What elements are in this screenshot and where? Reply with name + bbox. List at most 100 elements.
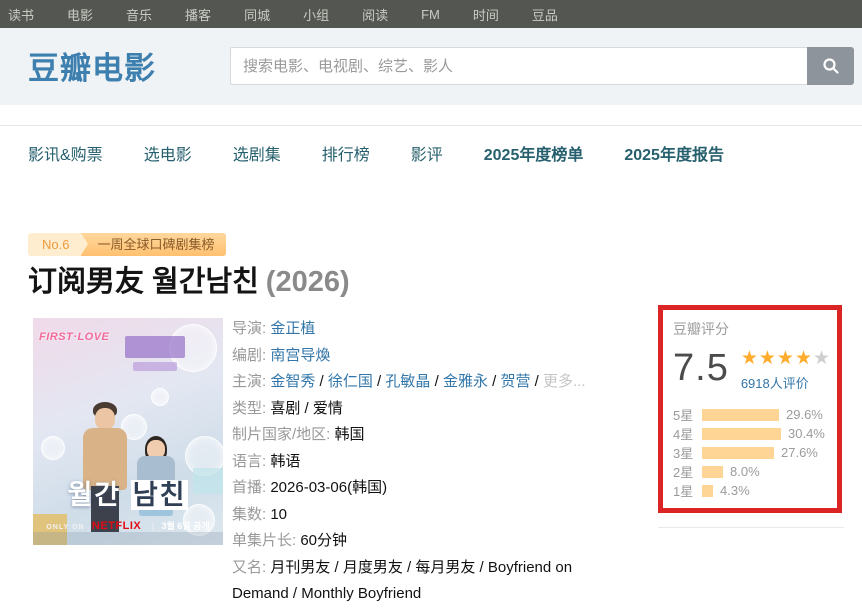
star-rating: ★★★★★ [741,349,831,369]
top-nav-item[interactable]: 读书 [8,5,34,24]
info-label: 导演: [232,320,270,337]
info-row: 制片国家/地区: 韩国 [232,422,630,449]
rating-bar [702,428,781,440]
rating-score: 7.5 [673,347,729,392]
star-level-label: 2星 [673,462,700,481]
info-link[interactable]: 贺营 [500,373,530,390]
rating-bar-row: 1星 4.3% [673,481,833,500]
sub-nav-item[interactable]: 影讯&购票 [28,141,103,165]
info-text: 2026-03-06(韩国) [270,479,387,496]
rating-percent: 27.6% [781,445,818,460]
info-link[interactable]: 孔敏晶 [385,373,430,390]
poster-release-line: ONLY ON NETFLIX | 3월 6일 공개 [33,516,223,534]
rating-bar-row: 2星 8.0% [673,462,833,481]
top-nav-item[interactable]: 播客 [185,5,211,24]
info-row: 语言: 韩语 [232,449,630,476]
sub-nav-item[interactable]: 选剧集 [233,141,281,165]
sub-nav-item[interactable]: 影评 [411,141,443,165]
top-nav-item[interactable]: 小组 [303,5,329,24]
movie-sub-nav: 影讯&购票 选电影 选剧集 排行榜 影评 2025年度榜单 2025年度报告 [0,125,862,180]
site-header: 豆瓣电影 [0,28,862,105]
info-label: 类型: [232,400,270,417]
info-link[interactable]: 徐仁国 [328,373,373,390]
rank-badge: No.6 一周全球口碑剧集榜 [28,233,226,256]
info-row: 单集片长: 60分钟 [232,528,630,555]
info-text: / [488,373,501,390]
top-nav-item[interactable]: FM [421,7,440,22]
star-level-label: 1星 [673,481,700,500]
info-text: 喜剧 / 爱情 [270,400,343,417]
rating-percent: 4.3% [720,483,750,498]
info-text: 10 [270,506,287,523]
top-nav-item[interactable]: 时间 [473,5,499,24]
rating-percent: 29.6% [786,407,823,422]
info-link[interactable]: 南宫导煥 [270,347,330,364]
release-date: 3월 6일 공개 [162,521,210,531]
poster-bubble [151,388,169,406]
movie-info-list: 导演: 金正植编剧: 南宫导煥主演: 金智秀 / 徐仁国 / 孔敏晶 / 金雅永… [232,316,630,608]
rating-bar [702,466,723,478]
star-full-icon: ★ [759,348,777,369]
star-level-label: 5星 [673,405,700,424]
info-text: 韩国 [335,426,365,443]
search-bar [230,47,854,85]
rating-bar [702,409,779,421]
rank-list-link[interactable]: 一周全球口碑剧集榜 [81,233,226,256]
top-nav-item[interactable]: 音乐 [126,5,152,24]
info-row: 导演: 金正植 [232,316,630,343]
sub-nav-item[interactable]: 2025年度榜单 [484,141,584,165]
info-text: 韩语 [270,453,300,470]
rating-bar-row: 4星 30.4% [673,424,833,443]
rating-distribution: 5星 29.6% 4星 30.4% 3星 27.6% 2星 8.0% 1星 4.3% [673,405,833,500]
info-text: / [315,373,328,390]
info-row: 类型: 喜剧 / 爱情 [232,396,630,423]
info-row: 集数: 10 [232,502,630,529]
info-text: / [530,373,543,390]
poster-caption-block [125,336,185,358]
info-link[interactable]: 金正植 [270,320,315,337]
site-logo[interactable]: 豆瓣电影 [28,43,156,88]
info-label: 主演: [232,373,270,390]
netflix-logo: NETFLIX [92,520,141,532]
poster-caption-block [133,362,177,371]
star-level-label: 4星 [673,424,700,443]
rank-number: No.6 [28,233,81,256]
info-text: 60分钟 [300,532,347,549]
sub-nav-item[interactable]: 2025年度报告 [624,141,724,165]
top-nav-item[interactable]: 豆品 [532,5,558,24]
info-label: 首播: [232,479,270,496]
top-nav-item[interactable]: 同城 [244,5,270,24]
info-link[interactable]: 金智秀 [270,373,315,390]
divider [658,527,844,528]
rating-headline: 豆瓣评分 [673,319,833,339]
info-text[interactable]: 更多... [543,373,586,390]
rating-percent: 30.4% [788,426,825,441]
sub-nav-item[interactable]: 选电影 [144,141,192,165]
star-full-icon: ★ [741,348,759,369]
rating-bar-row: 3星 27.6% [673,443,833,462]
info-text: 月刊男友 / 月度男友 / 每月男友 / Boyfriend on Demand… [232,559,572,603]
search-input[interactable] [230,47,807,85]
movie-poster[interactable]: FIRST·LOVE 월간 남친 ONLY ON NETFLIX | 3월 6일… [33,318,223,545]
poster-korean-title: 월간 남친 [33,473,223,512]
votes-link[interactable]: 6918人评价 [741,373,831,392]
page-title: 订阅男友 월간남친(2026) [28,258,350,300]
sub-nav-item[interactable]: 排行榜 [322,141,370,165]
search-button[interactable] [807,47,854,85]
star-empty-icon: ★ [813,348,831,369]
top-nav-item[interactable]: 电影 [67,5,93,24]
top-nav-item[interactable]: 阅读 [362,5,388,24]
search-icon [821,56,841,76]
star-level-label: 3星 [673,443,700,462]
movie-title: 订阅男友 월간남친 [28,266,259,298]
poster-tagline: FIRST·LOVE [39,331,109,343]
info-label: 制片国家/地区: [232,426,335,443]
info-link[interactable]: 金雅永 [443,373,488,390]
info-row: 首播: 2026-03-06(韩国) [232,475,630,502]
rating-percent: 8.0% [730,464,760,479]
poster-bubble [41,436,65,460]
rating-bar [702,447,774,459]
rating-annotation-box: 豆瓣评分 7.5 ★★★★★ 6918人评价 5星29.6%4星30.4%3星2… [658,305,842,513]
info-row: 又名: 月刊男友 / 月度男友 / 每月男友 / Boyfriend on De… [232,555,630,608]
info-label: 语言: [232,453,270,470]
